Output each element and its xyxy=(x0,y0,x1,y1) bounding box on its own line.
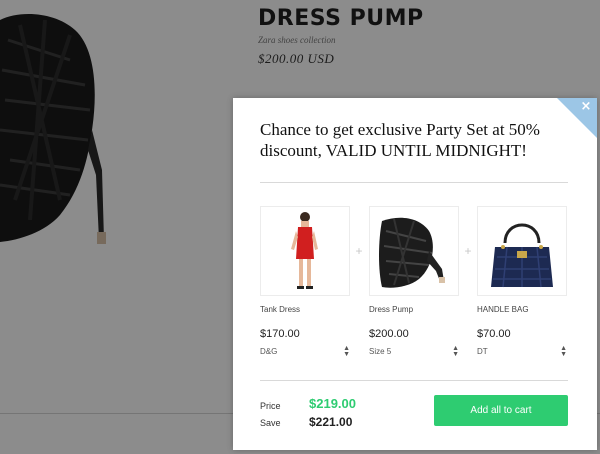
bundle-item-handle-bag: HANDLE BAG $70.00 DT ▲ ▼ xyxy=(477,206,567,361)
close-icon[interactable]: × xyxy=(578,99,594,115)
variant-select[interactable]: DT ▲ ▼ xyxy=(477,345,567,361)
item-name: Dress Pump xyxy=(369,305,414,314)
red-dress-model-image xyxy=(291,212,318,289)
navy-handbag-image xyxy=(491,223,553,288)
save-label: Save xyxy=(260,418,281,428)
updown-chevron-icon: ▲ ▼ xyxy=(343,345,350,358)
plus-icon: + xyxy=(464,244,472,258)
item-price: $170.00 xyxy=(260,328,300,340)
variant-value: Size 5 xyxy=(369,347,392,356)
item-name: Tank Dress xyxy=(260,305,301,314)
variant-value: DT xyxy=(477,347,488,356)
updown-chevron-icon: ▲ ▼ xyxy=(560,345,567,358)
item-price: $70.00 xyxy=(477,328,511,340)
bundle-item-tank-dress: Tank Dress $170.00 D&G ▲ ▼ xyxy=(260,206,350,361)
variant-select[interactable]: Size 5 ▲ ▼ xyxy=(369,345,459,361)
bundle-item-dress-pump: Dress Pump $200.00 Size 5 ▲ ▼ xyxy=(369,206,459,361)
item-name: HANDLE BAG xyxy=(477,305,529,314)
save-amount: $221.00 xyxy=(309,415,353,429)
bundle-offer-modal: × Chance to get exclusive Party Set at 5… xyxy=(233,98,597,450)
item-thumbnail[interactable] xyxy=(477,206,567,296)
divider xyxy=(260,380,568,381)
item-thumbnail[interactable] xyxy=(260,206,350,296)
price-label: Price xyxy=(260,401,281,411)
plus-icon: + xyxy=(355,244,363,258)
item-thumbnail[interactable] xyxy=(369,206,459,296)
add-all-to-cart-button[interactable]: Add all to cart xyxy=(434,395,568,426)
black-heel-shoe-image xyxy=(379,217,445,288)
divider xyxy=(260,182,568,183)
bundle-price: $219.00 xyxy=(309,396,356,411)
updown-chevron-icon: ▲ ▼ xyxy=(452,345,459,358)
offer-headline: Chance to get exclusive Party Set at 50%… xyxy=(260,120,540,160)
variant-select[interactable]: D&G ▲ ▼ xyxy=(260,345,350,361)
variant-value: D&G xyxy=(260,347,278,356)
item-price: $200.00 xyxy=(369,328,409,340)
